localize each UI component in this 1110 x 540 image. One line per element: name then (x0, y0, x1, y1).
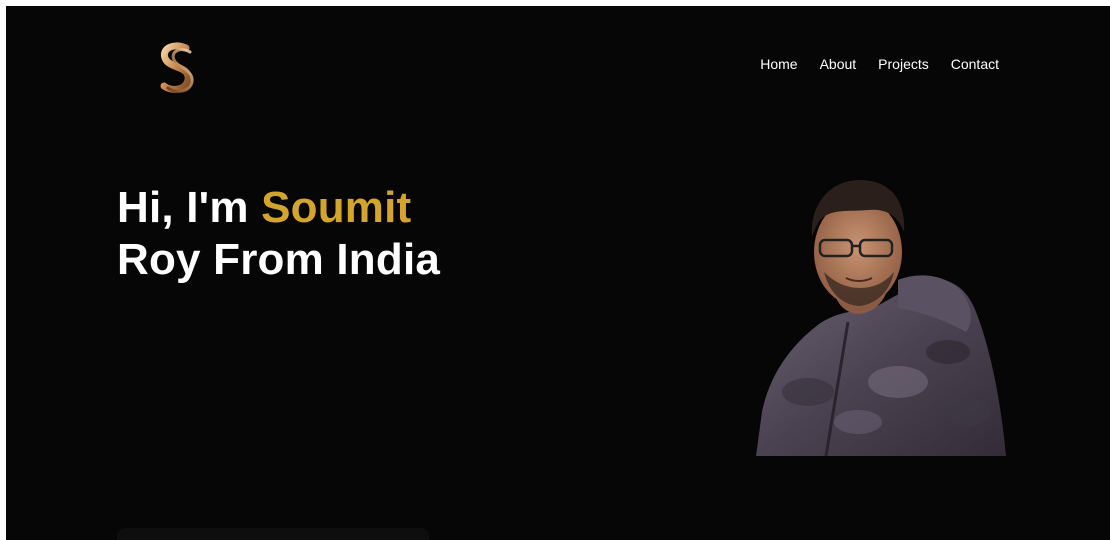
hero-subline: Roy From India (117, 235, 441, 284)
s-monogram-logo-icon[interactable] (152, 38, 202, 98)
hero-heading: Hi, I'm Soumit Roy From India (117, 182, 440, 286)
page: Home About Projects Contact Hi, I'm Soum… (6, 6, 1110, 540)
hero-greeting: Hi, I'm (117, 183, 262, 232)
nav-projects[interactable]: Projects (867, 56, 940, 72)
section-card-edge (117, 528, 429, 540)
main-nav: Home About Projects Contact (749, 56, 1010, 72)
hero-name-accent: Soumit (261, 183, 412, 232)
nav-about[interactable]: About (809, 56, 868, 72)
nav-home[interactable]: Home (749, 56, 808, 72)
nav-contact[interactable]: Contact (940, 56, 1010, 72)
profile-portrait-image (748, 172, 1006, 457)
